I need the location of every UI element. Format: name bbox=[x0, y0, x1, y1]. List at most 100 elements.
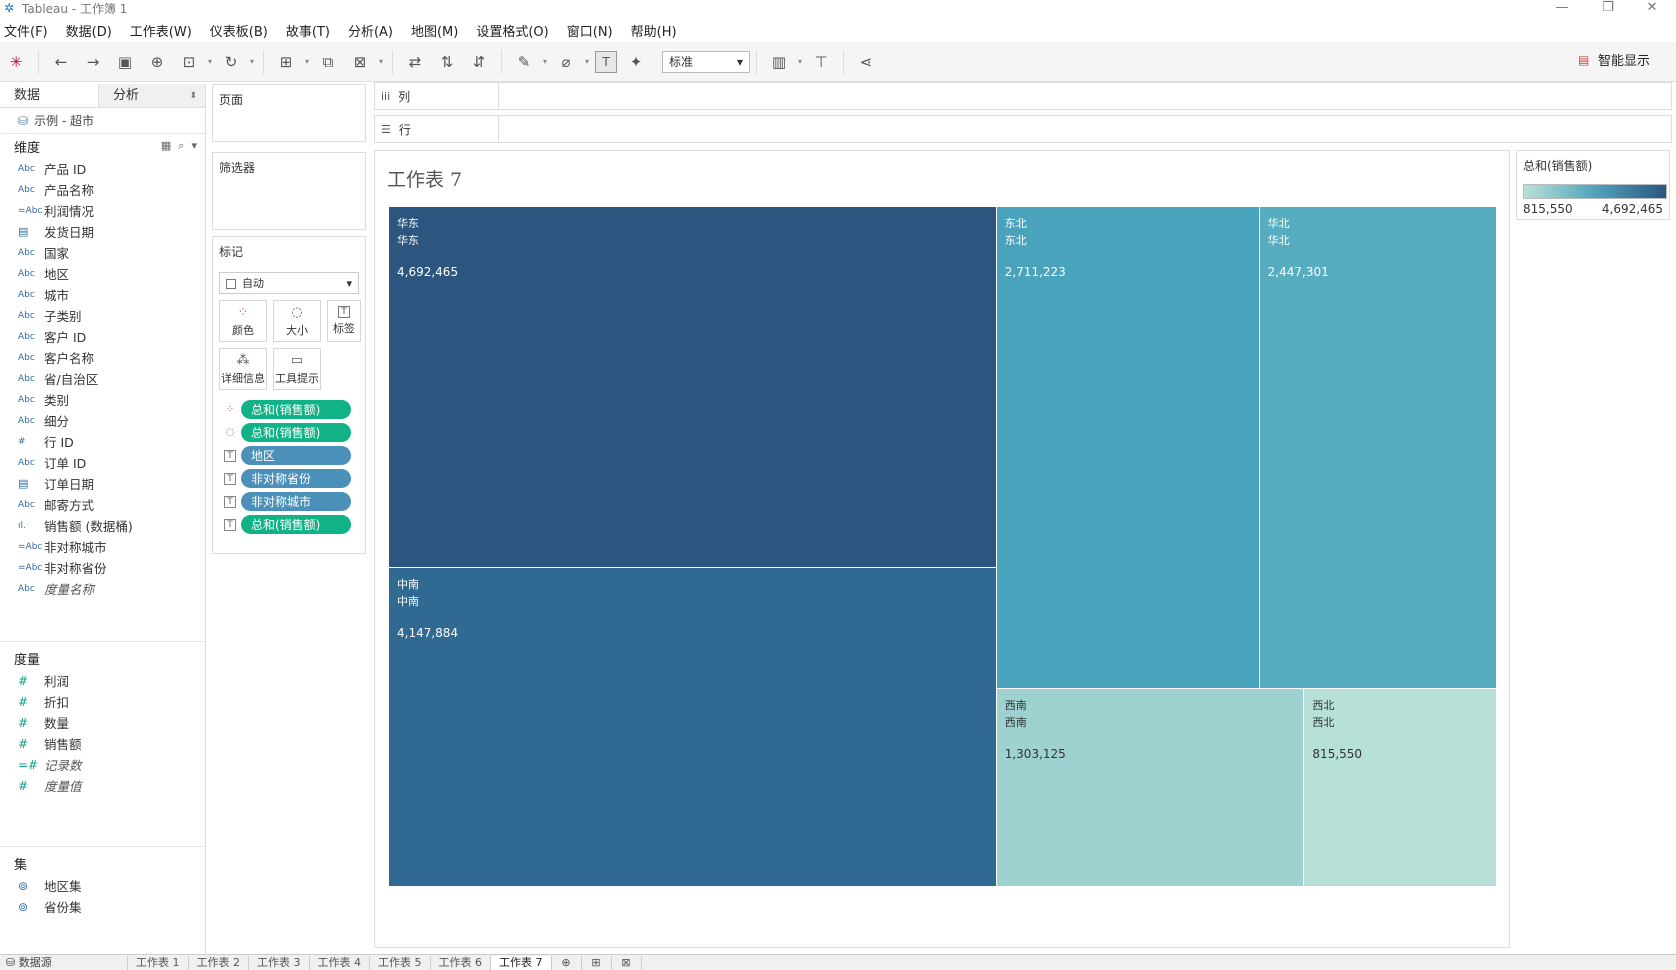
sheet-tab[interactable]: 工作表 1 bbox=[128, 956, 189, 970]
dimension-field[interactable]: Abc 度量名称 bbox=[0, 578, 205, 599]
menu-format[interactable]: 设置格式(O) bbox=[476, 21, 548, 40]
dimension-field[interactable]: Abc 客户 ID bbox=[0, 326, 205, 347]
undo-icon[interactable]: ← bbox=[48, 49, 74, 75]
show-cards-icon[interactable]: ▥ bbox=[766, 49, 792, 75]
measure-field[interactable]: # 折扣 bbox=[0, 691, 205, 712]
color-button[interactable]: ⁘ 颜色 bbox=[219, 300, 267, 342]
search-icon[interactable]: ⌕ bbox=[178, 139, 184, 152]
pause-updates-icon[interactable]: ⊡ bbox=[176, 49, 202, 75]
new-datasource-icon[interactable]: ⊕ bbox=[144, 49, 170, 75]
set-field[interactable]: ⊚ 省份集 bbox=[0, 896, 205, 917]
new-dashboard-icon[interactable]: ⊞ bbox=[582, 956, 612, 970]
sheet-tab[interactable]: 工作表 7 bbox=[491, 956, 552, 970]
chevron-down-icon[interactable]: ▾ bbox=[247, 49, 257, 75]
columns-shelf[interactable]: iii 列 bbox=[374, 82, 1672, 110]
fix-axes-icon[interactable]: ✦ bbox=[623, 49, 649, 75]
dimension-field[interactable]: ▤ 订单日期 bbox=[0, 473, 205, 494]
swap-axes-icon[interactable]: ⇄ bbox=[402, 49, 428, 75]
menu-story[interactable]: 故事(T) bbox=[286, 21, 330, 40]
detail-button[interactable]: ⁂ 详细信息 bbox=[219, 348, 267, 390]
menu-file[interactable]: 文件(F) bbox=[4, 21, 48, 40]
dimension-field[interactable]: Abc 产品 ID bbox=[0, 158, 205, 179]
chevron-down-icon[interactable]: ▾ bbox=[795, 49, 805, 75]
fit-select[interactable]: 标准 ▾ bbox=[662, 50, 750, 73]
label-icon[interactable]: T bbox=[224, 495, 236, 508]
filters-shelf[interactable]: 筛选器 bbox=[212, 152, 366, 230]
show-mark-labels-icon[interactable]: T bbox=[595, 50, 617, 73]
mark-pill[interactable]: 总和(销售额) bbox=[241, 515, 351, 534]
sheet-tab[interactable]: 工作表 2 bbox=[189, 956, 249, 970]
dimension-field[interactable]: Abc 地区 bbox=[0, 263, 205, 284]
duplicate-sheet-icon[interactable]: ⧉ bbox=[315, 49, 341, 75]
presentation-mode-icon[interactable]: ⊤ bbox=[808, 49, 834, 75]
color-icon[interactable]: ⁘ bbox=[219, 404, 241, 415]
treemap-cell[interactable]: 西北 西北 815,550 bbox=[1304, 689, 1497, 887]
tab-data[interactable]: 数据 bbox=[0, 84, 98, 107]
dimension-field[interactable]: Abc 子类别 bbox=[0, 305, 205, 326]
redo-icon[interactable]: → bbox=[80, 49, 106, 75]
show-me-button[interactable]: ▤ 智能显示 bbox=[1578, 50, 1650, 70]
dimension-field[interactable]: Abc 城市 bbox=[0, 284, 205, 305]
datasource-item[interactable]: ⛁ 示例 - 超市 bbox=[0, 108, 205, 134]
treemap-cell[interactable]: 中南 中南 4,147,884 bbox=[389, 567, 997, 887]
new-worksheet-icon[interactable]: ⊞ bbox=[273, 49, 299, 75]
treemap-cell[interactable]: 东北 东北 2,711,223 bbox=[996, 207, 1260, 690]
dimension-field[interactable]: Abc 产品名称 bbox=[0, 179, 205, 200]
dimension-field[interactable]: =Abc 非对称省份 bbox=[0, 557, 205, 578]
treemap-cell[interactable]: 西南 西南 1,303,125 bbox=[996, 689, 1305, 887]
rows-shelf[interactable]: ☰ 行 bbox=[374, 115, 1672, 143]
measure-field[interactable]: # 销售额 bbox=[0, 733, 205, 754]
dimension-field[interactable]: Abc 国家 bbox=[0, 242, 205, 263]
new-story-icon[interactable]: ⊠ bbox=[612, 956, 642, 970]
dimension-field[interactable]: Abc 细分 bbox=[0, 410, 205, 431]
dimension-field[interactable]: # 行 ID bbox=[0, 431, 205, 452]
label-icon[interactable]: T bbox=[224, 472, 236, 485]
mark-type-select[interactable]: 自动 ▾ bbox=[219, 272, 359, 294]
menu-window[interactable]: 窗口(N) bbox=[567, 21, 613, 40]
measure-field[interactable]: =# 记录数 bbox=[0, 754, 205, 775]
menu-worksheet[interactable]: 工作表(W) bbox=[130, 21, 192, 40]
dimension-field[interactable]: ▤ 发货日期 bbox=[0, 221, 205, 242]
dimension-field[interactable]: Abc 订单 ID bbox=[0, 452, 205, 473]
pages-shelf[interactable]: 页面 bbox=[212, 84, 366, 142]
clear-sheet-icon[interactable]: ⊠ bbox=[347, 49, 373, 75]
save-icon[interactable]: ▣ bbox=[112, 49, 138, 75]
tooltip-button[interactable]: ▭ 工具提示 bbox=[273, 348, 321, 390]
measure-field[interactable]: # 度量值 bbox=[0, 775, 205, 796]
label-button[interactable]: T 标签 bbox=[327, 300, 361, 342]
close-button[interactable]: ✕ bbox=[1632, 0, 1672, 15]
label-icon[interactable]: T bbox=[224, 449, 236, 462]
sheet-tab[interactable]: 工作表 3 bbox=[249, 956, 310, 970]
label-icon[interactable]: T bbox=[224, 518, 236, 531]
tab-datasource[interactable]: ⛁ 数据源 bbox=[0, 956, 128, 970]
menu-map[interactable]: 地图(M) bbox=[411, 21, 458, 40]
mark-pill[interactable]: 总和(销售额) bbox=[241, 400, 351, 419]
sheet-tab[interactable]: 工作表 4 bbox=[310, 956, 370, 970]
mark-pill[interactable]: 非对称省份 bbox=[241, 469, 351, 488]
set-field[interactable]: ⊚ 地区集 bbox=[0, 875, 205, 896]
view-toggle-icon[interactable]: ▦ bbox=[161, 139, 171, 152]
sort-descending-icon[interactable]: ⇵ bbox=[466, 49, 492, 75]
restore-button[interactable]: ❐ bbox=[1588, 0, 1628, 15]
share-icon[interactable]: ⋖ bbox=[853, 49, 879, 75]
treemap-cell[interactable]: 华北 华北 2,447,301 bbox=[1259, 207, 1497, 690]
highlight-icon[interactable]: ✎ bbox=[511, 49, 537, 75]
new-worksheet-icon[interactable]: ⊕ bbox=[552, 956, 582, 970]
size-button[interactable]: ◌ 大小 bbox=[273, 300, 321, 342]
dimension-field[interactable]: =Abc 非对称城市 bbox=[0, 536, 205, 557]
dimension-field[interactable]: Abc 客户名称 bbox=[0, 347, 205, 368]
measure-field[interactable]: # 数量 bbox=[0, 712, 205, 733]
menu-data[interactable]: 数据(D) bbox=[66, 21, 112, 40]
chevron-down-icon[interactable]: ▾ bbox=[302, 49, 312, 75]
dimension-field[interactable]: Abc 邮寄方式 bbox=[0, 494, 205, 515]
menu-help[interactable]: 帮助(H) bbox=[631, 21, 677, 40]
tableau-home-icon[interactable]: ✳ bbox=[3, 49, 29, 75]
treemap-cell[interactable]: 华东 华东 4,692,465 bbox=[389, 207, 997, 568]
chevron-down-icon[interactable]: ▾ bbox=[191, 139, 197, 152]
mark-pill[interactable]: 非对称城市 bbox=[241, 492, 351, 511]
sort-ascending-icon[interactable]: ⇅ bbox=[434, 49, 460, 75]
chevron-down-icon[interactable]: ▾ bbox=[582, 49, 592, 75]
sheet-tab[interactable]: 工作表 6 bbox=[431, 956, 491, 970]
refresh-icon[interactable]: ↻ bbox=[218, 49, 244, 75]
dimension-field[interactable]: =Abc 利润情况 bbox=[0, 200, 205, 221]
